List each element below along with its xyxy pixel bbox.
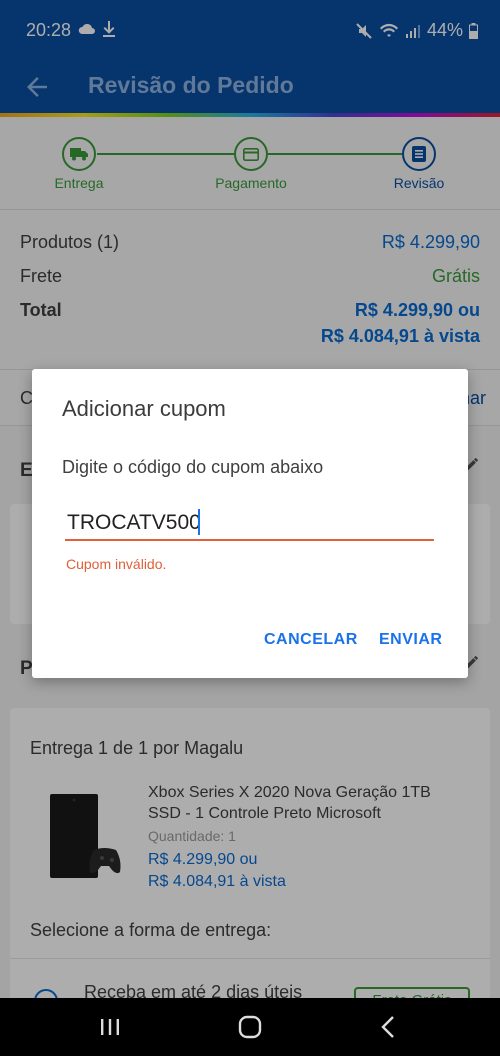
coupon-error-text: Cupom inválido.	[66, 556, 167, 572]
home-icon[interactable]	[235, 1012, 265, 1042]
system-nav-bar	[0, 998, 500, 1056]
dialog-message: Digite o código do cupom abaixo	[62, 457, 324, 477]
coupon-code-input[interactable]	[65, 507, 434, 541]
back-icon[interactable]	[374, 1012, 404, 1042]
submit-button[interactable]: ENVIAR	[379, 631, 442, 649]
coupon-dialog: Adicionar cupom Digite o código do cupom…	[32, 369, 468, 678]
cancel-button[interactable]: CANCELAR	[264, 631, 358, 649]
recent-apps-icon[interactable]	[95, 1012, 125, 1042]
text-caret	[198, 509, 200, 535]
dialog-title: Adicionar cupom	[62, 396, 226, 421]
